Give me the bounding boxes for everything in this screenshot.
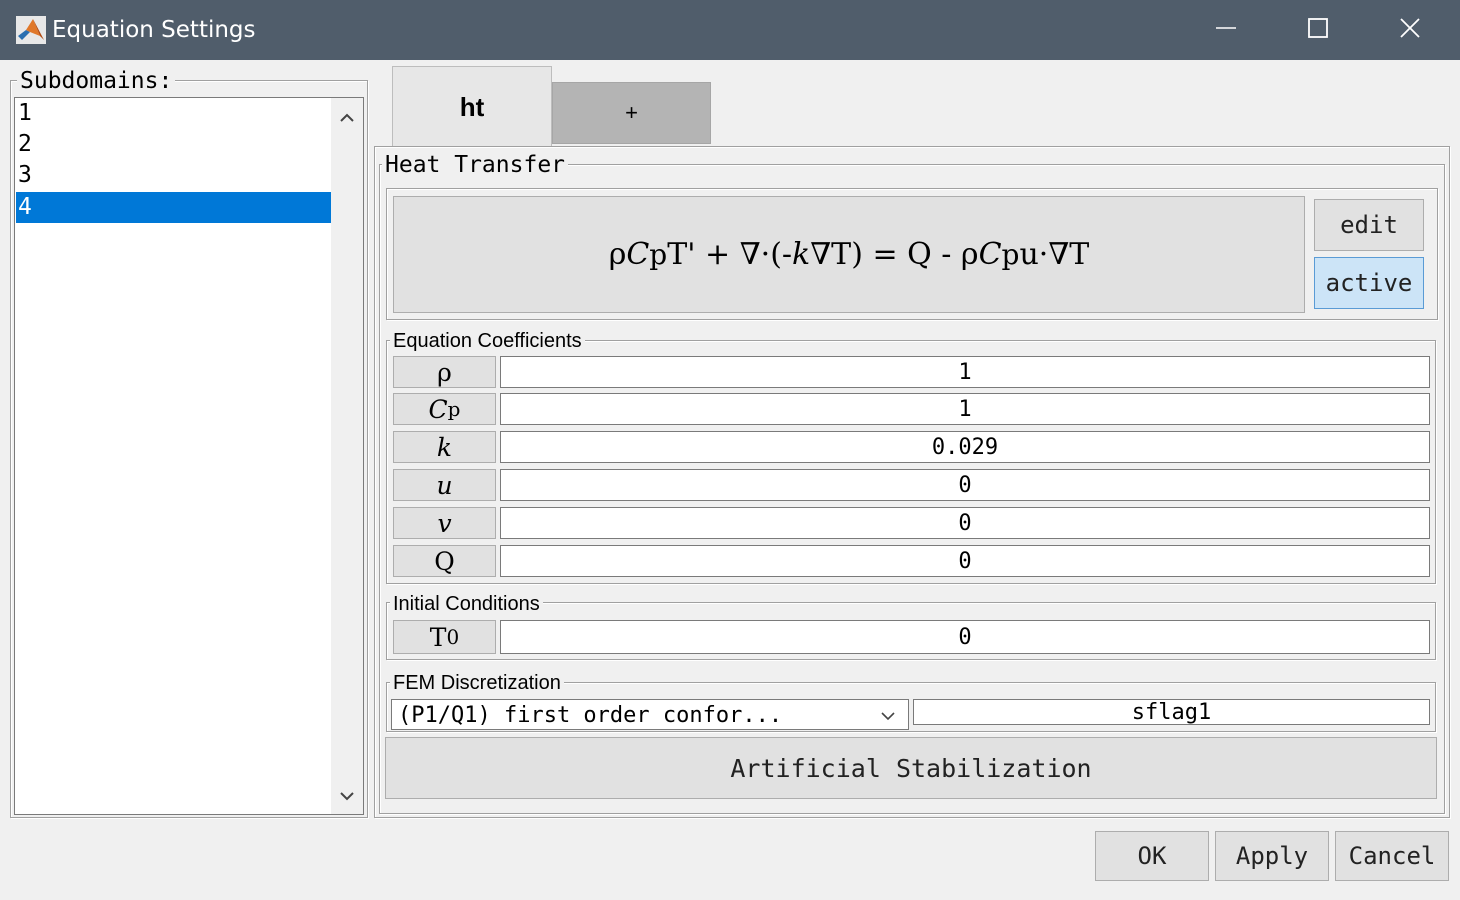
- equation-grad-t: ∇T: [810, 237, 852, 272]
- maximize-button[interactable]: [1272, 0, 1364, 60]
- coef-label-q: Q: [393, 545, 496, 577]
- window-title: Equation Settings: [52, 17, 256, 43]
- equation-grad-t2: ∇T: [1048, 237, 1090, 272]
- coef-label-rho: ρ: [393, 356, 496, 388]
- equation-rho: ρ: [608, 237, 627, 272]
- coef-input-k[interactable]: 0.029: [500, 431, 1430, 463]
- active-button[interactable]: active: [1314, 257, 1424, 309]
- coef-symbol: u: [436, 470, 453, 500]
- title-bar: Equation Settings: [0, 0, 1460, 60]
- ok-button[interactable]: OK: [1095, 831, 1209, 881]
- scroll-up-icon[interactable]: [339, 110, 355, 128]
- sflag-field[interactable]: sflag1: [913, 699, 1430, 725]
- equation-p: p: [649, 238, 668, 271]
- equation-p2: p: [1001, 238, 1020, 271]
- coefficients-title: Equation Coefficients: [390, 329, 585, 353]
- coef-input-rho[interactable]: 1: [500, 356, 1430, 388]
- coef-symbol: Q: [434, 546, 455, 576]
- coef-symbol: ρ: [437, 357, 452, 387]
- coef-input-u[interactable]: 0: [500, 469, 1430, 501]
- tab-add[interactable]: +: [552, 82, 711, 144]
- apply-button[interactable]: Apply: [1215, 831, 1329, 881]
- subdomain-list[interactable]: 1 2 3 4: [14, 97, 364, 815]
- scroll-down-icon[interactable]: [339, 790, 355, 808]
- minimize-button[interactable]: [1180, 0, 1272, 60]
- edit-button[interactable]: edit: [1314, 199, 1424, 251]
- coef-symbol: v: [437, 508, 452, 538]
- artificial-stabilization-button[interactable]: Artificial Stabilization: [385, 737, 1437, 799]
- coef-label-cp: Cp: [393, 393, 496, 425]
- list-item-selected[interactable]: 4: [16, 192, 331, 223]
- equation-u-dot: u·: [1019, 237, 1049, 272]
- fem-select-value: (P1/Q1) first order confor...: [398, 703, 783, 728]
- minimize-icon: [1215, 17, 1237, 44]
- coef-input-q[interactable]: 0: [500, 545, 1430, 577]
- list-item[interactable]: 1: [16, 98, 331, 129]
- initial-conditions-title: Initial Conditions: [390, 592, 543, 616]
- equation-plus-div: + ∇·(-: [695, 237, 793, 272]
- coef-input-v[interactable]: 0: [500, 507, 1430, 539]
- close-button[interactable]: [1364, 0, 1456, 60]
- coef-symbol: C: [428, 394, 448, 424]
- list-item[interactable]: 3: [16, 160, 331, 191]
- heat-transfer-title: Heat Transfer: [382, 153, 569, 177]
- chevron-down-icon: [879, 704, 897, 731]
- close-icon: [1399, 17, 1421, 44]
- equation-t-prime: T': [667, 237, 696, 272]
- fem-element-select[interactable]: (P1/Q1) first order confor...: [391, 699, 909, 730]
- maximize-icon: [1307, 17, 1329, 44]
- coef-label-k: k: [393, 431, 496, 463]
- tab-ht[interactable]: ht: [392, 66, 552, 148]
- matlab-logo-icon: [16, 16, 46, 44]
- coef-input-cp[interactable]: 1: [500, 393, 1430, 425]
- equation-display: ρ Cp T' + ∇·(- k ∇T) = Q - ρ Cp u· ∇T: [393, 196, 1305, 313]
- coef-symbol: k: [436, 432, 453, 462]
- list-item[interactable]: 2: [16, 129, 331, 160]
- coef-sub: p: [447, 397, 461, 421]
- coef-label-v: v: [393, 507, 496, 539]
- equation-k: k: [792, 237, 811, 272]
- initial-label-t0: T0: [393, 620, 496, 654]
- initial-symbol: T: [429, 622, 447, 652]
- equation-c2: C: [978, 237, 1002, 272]
- initial-input-t0[interactable]: 0: [500, 620, 1430, 654]
- equation-c: C: [626, 237, 650, 272]
- equation-close: ) = Q - ρ: [851, 237, 979, 272]
- list-scrollbar[interactable]: [331, 98, 363, 814]
- fem-title: FEM Discretization: [390, 671, 564, 695]
- subdomains-label: Subdomains:: [17, 69, 176, 93]
- initial-sub: 0: [446, 625, 460, 649]
- cancel-button[interactable]: Cancel: [1335, 831, 1449, 881]
- coef-label-u: u: [393, 469, 496, 501]
